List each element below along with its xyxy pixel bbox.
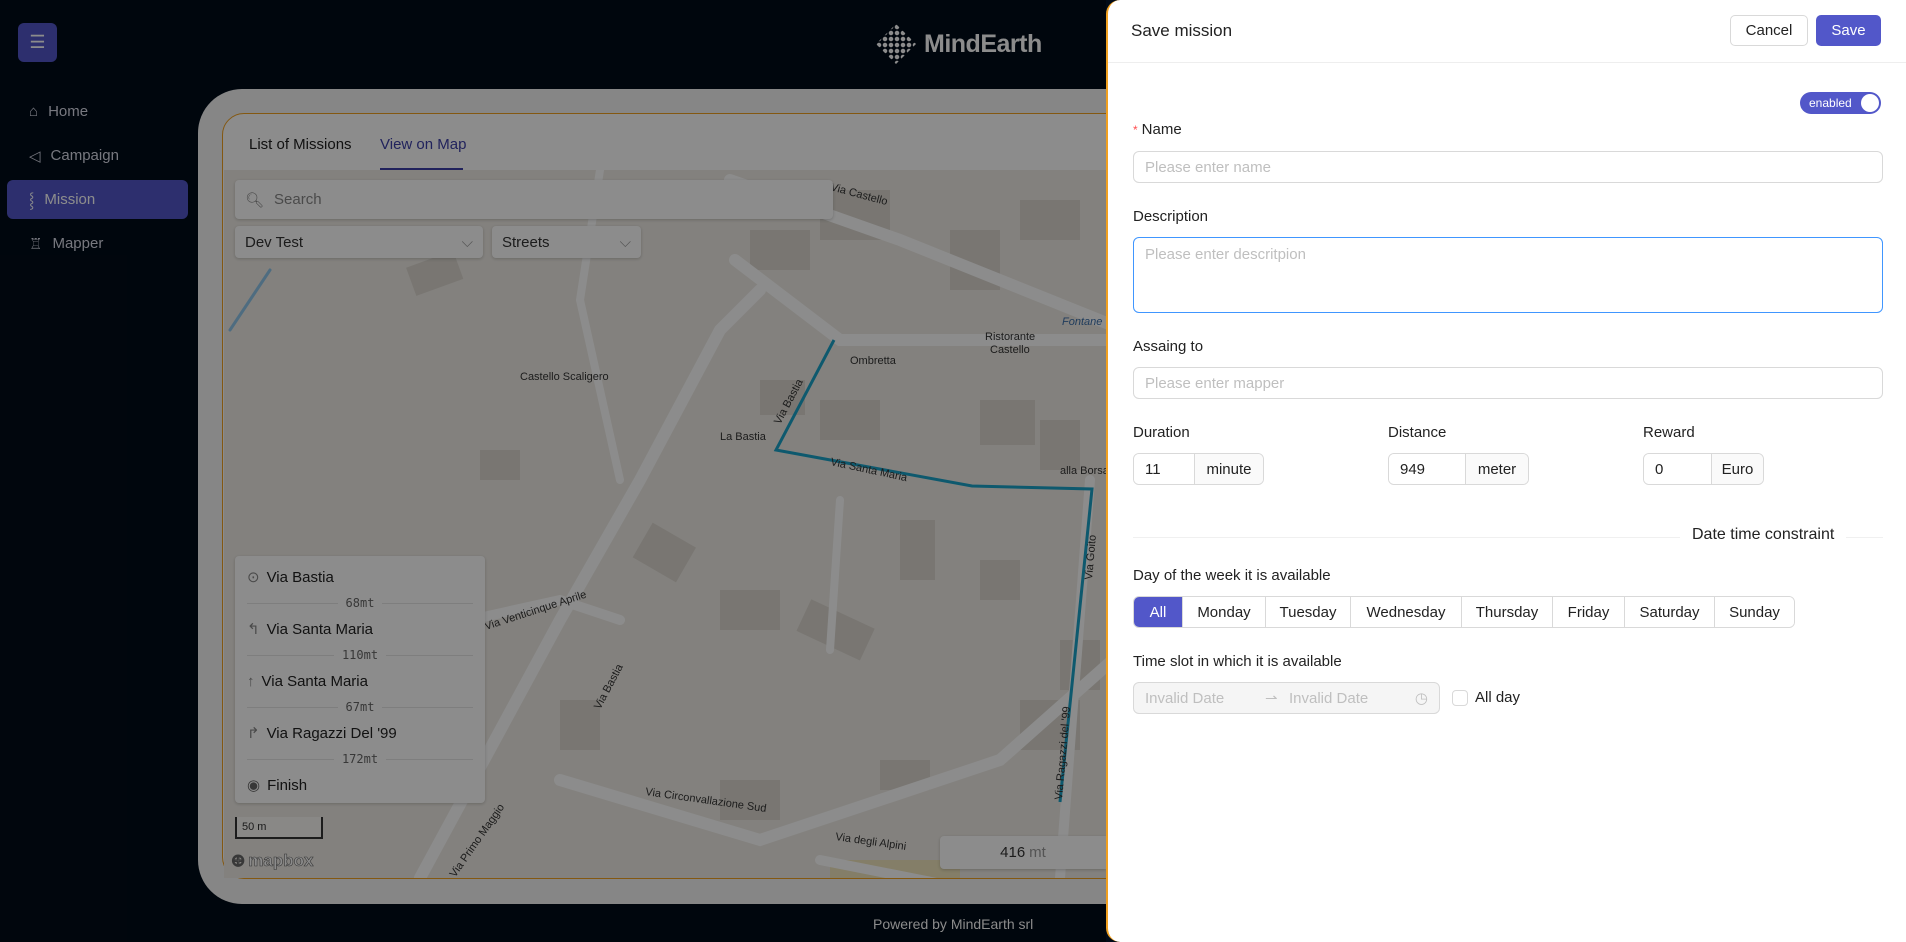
save-mission-drawer: Save mission Cancel Save enabled * Name P… (1106, 0, 1906, 942)
time-slot-label: Time slot in which it is available (1133, 653, 1342, 670)
day-wednesday[interactable]: Wednesday (1350, 597, 1461, 627)
all-day-checkbox[interactable] (1452, 690, 1468, 706)
section-title: Date time constraint (1680, 526, 1847, 544)
name-label: * Name (1133, 121, 1182, 138)
description-label: Description (1133, 208, 1209, 225)
description-textarea[interactable]: Please enter descritpion (1133, 237, 1883, 313)
time-range-picker[interactable]: Invalid Date ⇀ Invalid Date ◷ (1133, 682, 1440, 714)
reward-input[interactable]: 0 Euro (1643, 453, 1764, 485)
day-thursday[interactable]: Thursday (1461, 597, 1552, 627)
distance-label: Distance (1388, 424, 1447, 441)
days-label: Day of the week it is available (1133, 567, 1331, 584)
reward-label: Reward (1643, 424, 1695, 441)
duration-input[interactable]: 11 minute (1133, 453, 1264, 485)
day-saturday[interactable]: Saturday (1624, 597, 1714, 627)
day-monday[interactable]: Monday (1182, 597, 1265, 627)
name-input[interactable]: Please enter name (1133, 151, 1883, 183)
assign-label: Assaing to (1133, 338, 1204, 355)
save-button[interactable]: Save (1816, 15, 1881, 46)
duration-value[interactable]: 11 (1134, 454, 1194, 484)
drawer-title: Save mission (1131, 21, 1233, 40)
all-day-label[interactable]: All day (1475, 689, 1520, 706)
toggle-label: enabled (1809, 96, 1852, 110)
reward-unit: Euro (1711, 454, 1763, 484)
reward-value[interactable]: 0 (1644, 454, 1711, 484)
toggle-knob (1861, 94, 1879, 112)
duration-label: Duration (1133, 424, 1190, 441)
days-selector: All Monday Tuesday Wednesday Thursday Fr… (1133, 596, 1795, 628)
mapper-input[interactable]: Please enter mapper (1133, 367, 1883, 399)
enabled-toggle[interactable]: enabled (1800, 92, 1881, 114)
clock-icon: ◷ (1414, 690, 1428, 707)
distance-value[interactable]: 949 (1389, 454, 1465, 484)
day-all[interactable]: All (1134, 597, 1182, 627)
slot-start[interactable]: Invalid Date (1145, 690, 1265, 707)
cancel-button[interactable]: Cancel (1730, 15, 1808, 46)
day-friday[interactable]: Friday (1552, 597, 1624, 627)
drawer-mask[interactable] (0, 0, 1106, 942)
arrow-right-icon: ⇀ (1265, 690, 1278, 707)
slot-end[interactable]: Invalid Date (1289, 690, 1415, 707)
distance-input[interactable]: 949 meter (1388, 453, 1529, 485)
day-sunday[interactable]: Sunday (1714, 597, 1794, 627)
required-asterisk: * (1133, 123, 1138, 137)
distance-unit: meter (1465, 454, 1528, 484)
duration-unit: minute (1194, 454, 1263, 484)
day-tuesday[interactable]: Tuesday (1265, 597, 1350, 627)
name-label-text: Name (1141, 121, 1182, 138)
